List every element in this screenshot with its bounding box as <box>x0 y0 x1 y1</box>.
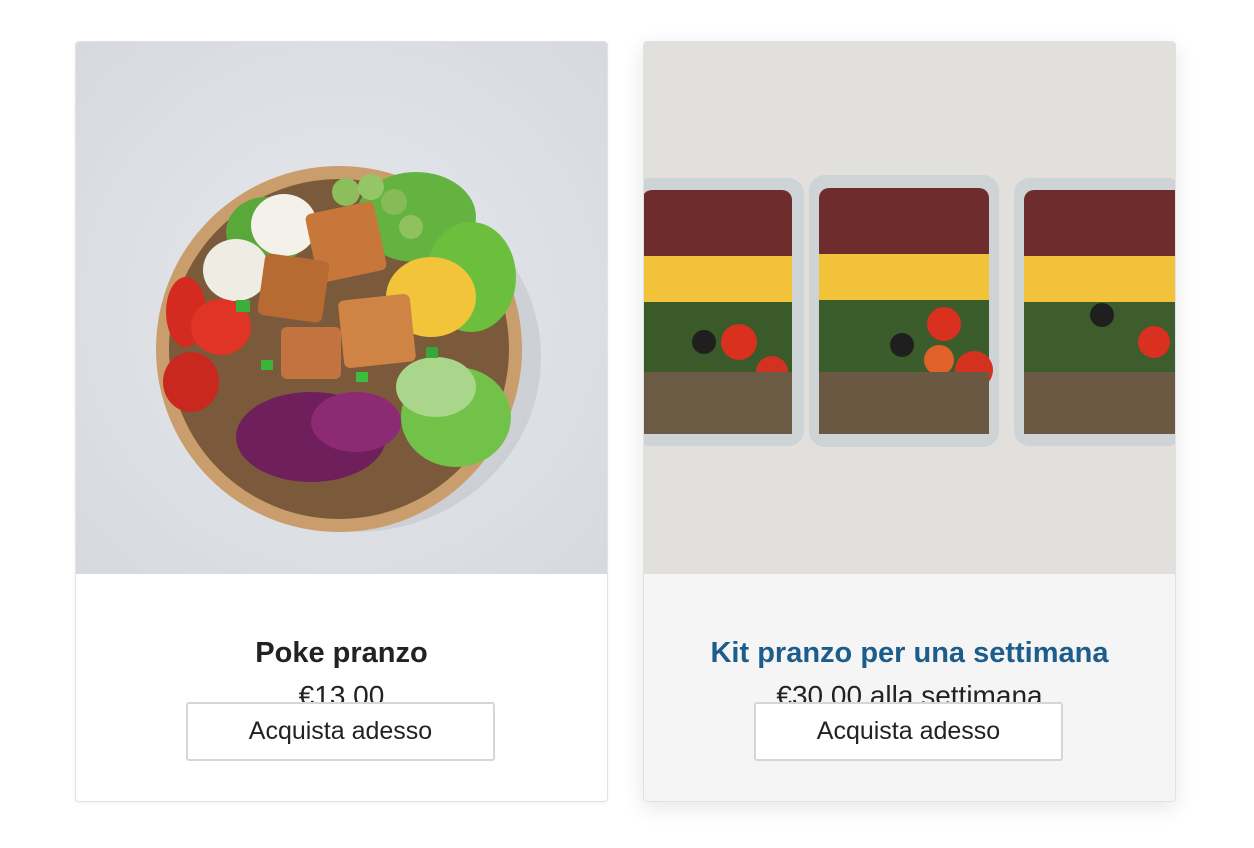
product-card-kit-pranzo[interactable]: Kit pranzo per una settimana €30,00 alla… <box>643 41 1176 802</box>
product-card-body: Poke pranzo €13,00 Acquista adesso <box>76 574 607 801</box>
buy-now-button[interactable]: Acquista adesso <box>754 702 1063 761</box>
product-grid: Poke pranzo €13,00 Acquista adesso Kit p… <box>0 0 1254 848</box>
poke-bowl-image[interactable] <box>76 42 607 574</box>
meal-prep-image[interactable] <box>644 42 1175 574</box>
buy-now-button[interactable]: Acquista adesso <box>186 702 495 761</box>
product-card-body: Kit pranzo per una settimana €30,00 alla… <box>644 574 1175 801</box>
product-card-poke-pranzo[interactable]: Poke pranzo €13,00 Acquista adesso <box>75 41 608 802</box>
product-title[interactable]: Poke pranzo <box>76 636 607 670</box>
product-title[interactable]: Kit pranzo per una settimana <box>644 636 1175 670</box>
